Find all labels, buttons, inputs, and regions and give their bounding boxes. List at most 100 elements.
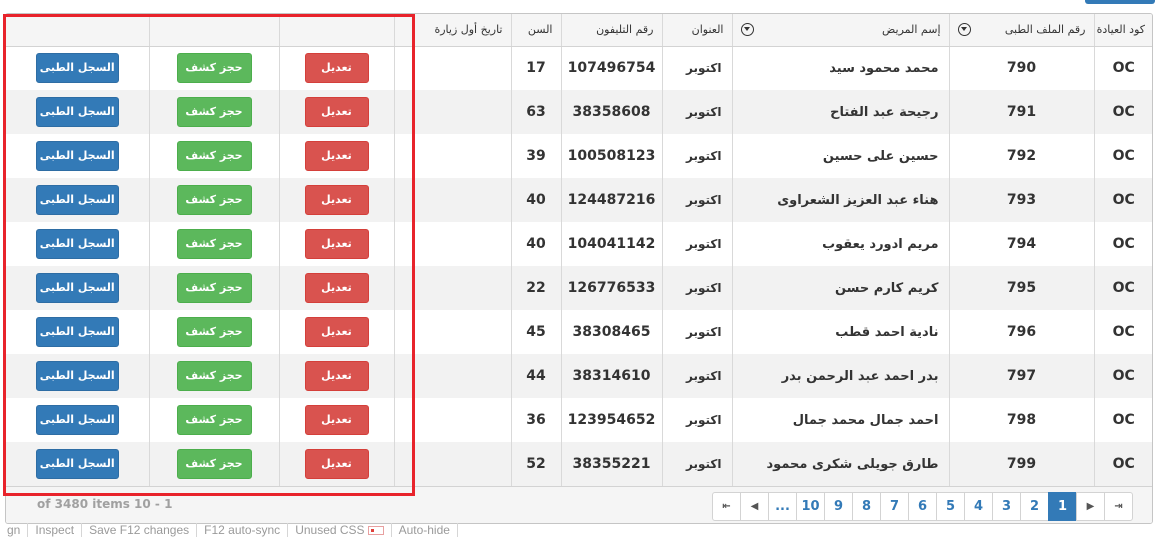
edit-button[interactable]: تعديل: [304, 273, 369, 303]
top-action-button-edge[interactable]: [1085, 0, 1155, 4]
last-page-button[interactable]: ⇥: [1104, 492, 1133, 521]
table-row[interactable]: السجل الطبى حجز كشف تعديل 45 38308465 اكتوبر ن…: [6, 310, 1152, 354]
filter-icon[interactable]: [957, 23, 971, 37]
edit-button[interactable]: تعديل: [304, 229, 369, 259]
header-address[interactable]: العنوان: [661, 14, 732, 47]
record-cell: السجل الطبى: [6, 46, 149, 90]
book-appointment-button[interactable]: حجز كشف: [176, 405, 252, 435]
table-row[interactable]: السجل الطبى حجز كشف تعديل 63 38358608 اكتوبر ر…: [6, 90, 1152, 134]
first-visit-cell: [411, 178, 511, 222]
header-file-no[interactable]: رقم الملف الطبى: [948, 14, 1094, 47]
edit-button[interactable]: تعديل: [304, 97, 369, 127]
medical-record-button[interactable]: السجل الطبى: [35, 141, 119, 171]
header-age[interactable]: السن: [510, 14, 561, 47]
phone-cell: 38358608: [560, 90, 662, 134]
first-visit-cell: [411, 442, 511, 486]
first-visit-cell: [411, 134, 511, 178]
patients-table: تاريخ أول زيارة السن رقم التليفون العنوا…: [6, 14, 1152, 486]
medical-record-button[interactable]: السجل الطبى: [35, 229, 119, 259]
edit-button[interactable]: تعديل: [304, 361, 369, 391]
spacer-cell: [393, 354, 412, 398]
table-row[interactable]: السجل الطبى حجز كشف تعديل 52 38355221 اكتوبر ط…: [6, 442, 1152, 486]
more-pages-button[interactable]: ...: [768, 492, 797, 521]
table-row[interactable]: السجل الطبى حجز كشف تعديل 40 104041142 اكتوبر…: [6, 222, 1152, 266]
page-button-8[interactable]: 8: [852, 492, 881, 521]
phone-cell: 126776533: [560, 266, 662, 310]
spacer-cell: [393, 90, 412, 134]
record-cell: السجل الطبى: [6, 310, 149, 354]
book-appointment-button[interactable]: حجز كشف: [176, 229, 252, 259]
table-row[interactable]: السجل الطبى حجز كشف تعديل 22 126776533 اكتوبر…: [6, 266, 1152, 310]
medical-record-button[interactable]: السجل الطبى: [35, 185, 119, 215]
table-row[interactable]: السجل الطبى حجز كشف تعديل 17 107496754 اكتوبر…: [6, 46, 1152, 90]
page-button-6[interactable]: 6: [908, 492, 937, 521]
table-row[interactable]: السجل الطبى حجز كشف تعديل 40 124487216 اكتوبر…: [6, 178, 1152, 222]
medical-record-button[interactable]: السجل الطبى: [35, 449, 119, 479]
checkbox-icon[interactable]: [367, 526, 384, 536]
file-no-cell: 795: [948, 266, 1094, 310]
page-button-5[interactable]: 5: [936, 492, 965, 521]
edit-button[interactable]: تعديل: [304, 449, 369, 479]
table-row[interactable]: السجل الطبى حجز كشف تعديل 39 100508123 اكتوبر…: [6, 134, 1152, 178]
book-appointment-button[interactable]: حجز كشف: [176, 273, 252, 303]
file-no-cell: 792: [948, 134, 1094, 178]
address-cell: اكتوبر: [661, 90, 732, 134]
table-row[interactable]: السجل الطبى حجز كشف تعديل 44 38314610 اكتوبر ب…: [6, 354, 1152, 398]
address-cell: اكتوبر: [661, 398, 732, 442]
address-cell: اكتوبر: [661, 46, 732, 90]
page-button-9[interactable]: 9: [824, 492, 853, 521]
filter-icon[interactable]: [740, 23, 754, 37]
book-appointment-button[interactable]: حجز كشف: [176, 185, 252, 215]
spacer-cell: [393, 398, 412, 442]
age-cell: 44: [510, 354, 561, 398]
edit-button[interactable]: تعديل: [304, 53, 369, 84]
header-clinic-code[interactable]: كود العيادة: [1093, 14, 1152, 47]
first-visit-cell: [411, 90, 511, 134]
page-button-7[interactable]: 7: [880, 492, 909, 521]
prev-page-button[interactable]: ◀: [740, 492, 769, 521]
medical-record-button[interactable]: السجل الطبى: [35, 53, 119, 84]
table-row[interactable]: السجل الطبى حجز كشف تعديل 36 123954652 اكتوبر…: [6, 398, 1152, 442]
edit-cell: تعديل: [278, 310, 394, 354]
book-appointment-button[interactable]: حجز كشف: [176, 361, 252, 391]
book-appointment-button[interactable]: حجز كشف: [176, 449, 252, 479]
header-phone[interactable]: رقم التليفون: [560, 14, 662, 47]
edit-button[interactable]: تعديل: [304, 317, 369, 347]
devbar-item[interactable]: Auto-hide: [392, 523, 458, 537]
medical-record-button[interactable]: السجل الطبى: [35, 405, 119, 435]
header-first-visit[interactable]: تاريخ أول زيارة: [411, 14, 511, 47]
devbar-item[interactable]: Save F12 changes: [82, 523, 198, 537]
edit-button[interactable]: تعديل: [304, 185, 369, 215]
book-appointment-button[interactable]: حجز كشف: [176, 317, 252, 347]
next-page-button[interactable]: ▶: [1076, 492, 1105, 521]
devbar-item[interactable]: Unused CSS: [288, 523, 392, 537]
devbar-item[interactable]: gn: [0, 523, 29, 537]
book-appointment-button[interactable]: حجز كشف: [176, 141, 252, 171]
clinic-code-cell: OC: [1093, 442, 1152, 486]
book-appointment-button[interactable]: حجز كشف: [176, 97, 252, 127]
book-appointment-button[interactable]: حجز كشف: [176, 53, 252, 84]
page-button-10[interactable]: 10: [796, 492, 825, 521]
page-button-2[interactable]: 2: [1020, 492, 1049, 521]
page-button-1[interactable]: 1: [1048, 492, 1077, 521]
patients-grid: تاريخ أول زيارة السن رقم التليفون العنوا…: [5, 13, 1153, 524]
devbar-item[interactable]: Inspect: [28, 523, 83, 537]
header-patient-name[interactable]: إسم المريض: [731, 14, 949, 47]
devbar-item-label: Unused CSS: [295, 523, 365, 537]
first-page-button[interactable]: ⇤: [712, 492, 741, 521]
edit-button[interactable]: تعديل: [304, 141, 369, 171]
page-button-4[interactable]: 4: [964, 492, 993, 521]
medical-record-button[interactable]: السجل الطبى: [35, 317, 119, 347]
file-no-cell: 797: [948, 354, 1094, 398]
medical-record-button[interactable]: السجل الطبى: [35, 361, 119, 391]
clinic-code-cell: OC: [1093, 398, 1152, 442]
medical-record-button[interactable]: السجل الطبى: [35, 97, 119, 127]
page-button-3[interactable]: 3: [992, 492, 1021, 521]
edit-cell: تعديل: [278, 442, 394, 486]
devbar-item[interactable]: F12 auto-sync: [197, 523, 289, 537]
medical-record-button[interactable]: السجل الطبى: [35, 273, 119, 303]
header-patient-name-label: إسم المريض: [882, 23, 941, 37]
clinic-code-cell: OC: [1093, 354, 1152, 398]
edit-button[interactable]: تعديل: [304, 405, 369, 435]
spacer-cell: [393, 222, 412, 266]
